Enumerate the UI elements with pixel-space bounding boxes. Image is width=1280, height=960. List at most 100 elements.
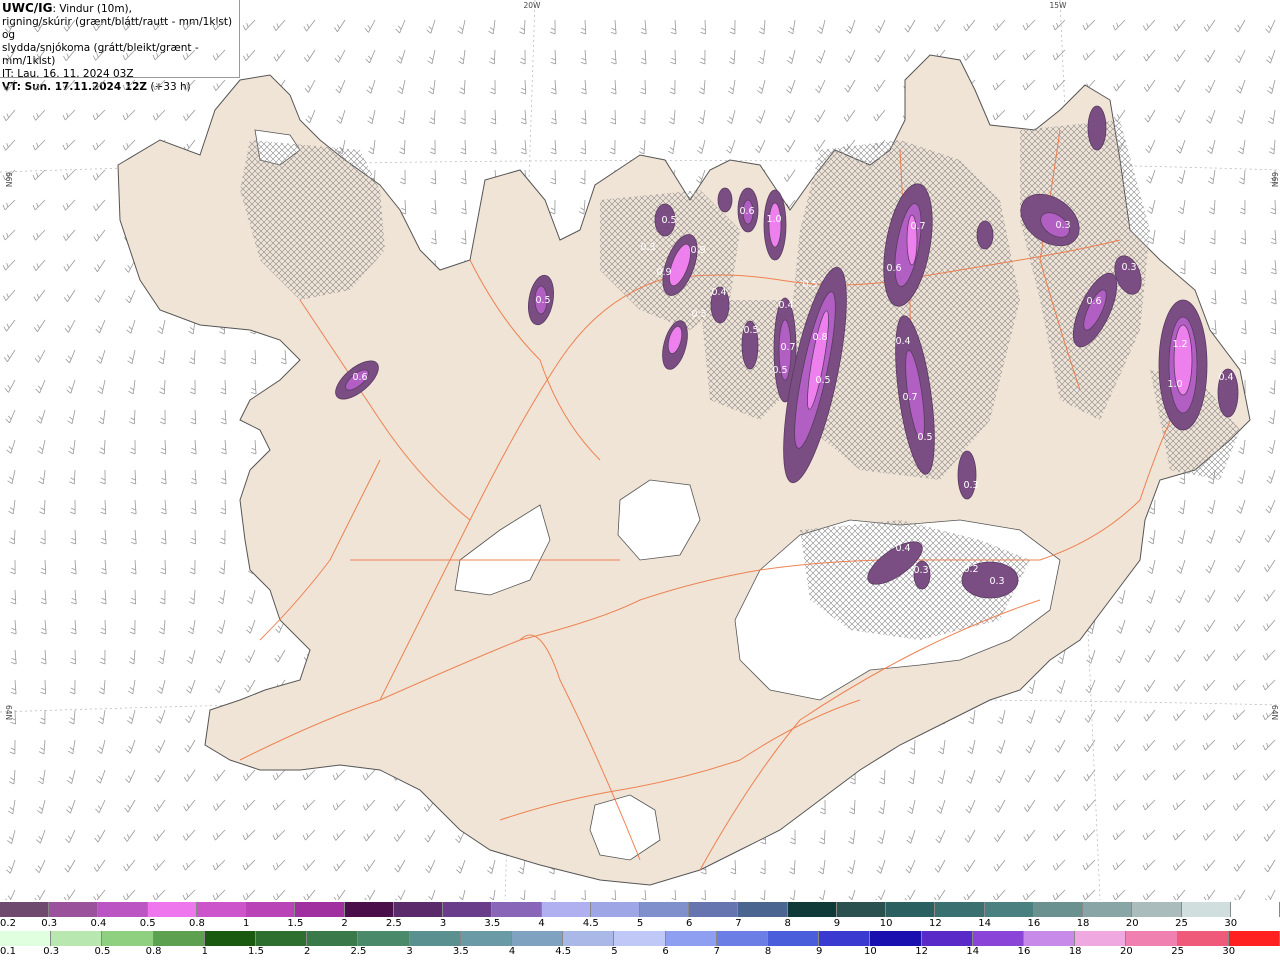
wind-barb	[1051, 856, 1066, 871]
scale-swatch	[147, 902, 197, 917]
wind-barb	[301, 826, 316, 841]
wind-barb	[1239, 229, 1246, 245]
wind-barb	[158, 379, 166, 395]
scale-swatch	[1132, 902, 1182, 917]
wind-barb	[1052, 766, 1066, 783]
wind-barb	[95, 348, 106, 364]
wind-barb	[549, 889, 556, 900]
wind-barb	[877, 798, 886, 815]
wind-barb	[423, 827, 436, 843]
wind-barb	[1053, 737, 1066, 753]
wind-barb	[1263, 887, 1276, 900]
wind-barb	[128, 649, 136, 665]
wind-barb	[69, 649, 76, 665]
wind-barb	[35, 408, 46, 424]
scale-label: 2	[304, 946, 311, 957]
wind-barb	[156, 318, 166, 335]
wind-barb	[846, 858, 856, 875]
wind-barb	[1263, 527, 1276, 543]
wind-barb	[1142, 676, 1156, 693]
wind-barb	[271, 886, 286, 900]
wind-barb	[1204, 557, 1216, 574]
wind-barb	[1236, 108, 1246, 125]
wind-barb	[935, 798, 946, 814]
precip-value-label: 0.5	[802, 279, 817, 290]
wind-barb	[1081, 796, 1096, 812]
wind-barb	[37, 468, 46, 485]
wind-barb	[427, 78, 436, 95]
wind-barb	[1112, 736, 1126, 752]
wind-barb	[1146, 558, 1156, 575]
wind-barb	[696, 138, 706, 154]
wind-barb	[1261, 646, 1276, 661]
wind-barb	[667, 138, 676, 155]
wind-barb	[1175, 558, 1186, 574]
wind-barb	[92, 226, 106, 242]
wind-barb	[991, 106, 1006, 121]
wind-barb	[34, 857, 46, 874]
wind-barb	[726, 108, 736, 124]
scale-swatch	[935, 902, 985, 917]
wind-barb	[1202, 616, 1216, 633]
wind-barb	[1203, 587, 1216, 603]
wind-barb	[1174, 107, 1186, 124]
wind-barb	[31, 106, 46, 121]
precip-value-label: 0.6	[352, 372, 367, 383]
scale-swatch	[921, 931, 973, 946]
wind-barb	[69, 679, 76, 695]
wind-barb	[362, 826, 376, 842]
wind-barb	[181, 46, 196, 61]
grid-label-64n-left: 64N	[4, 705, 13, 720]
wind-barb	[1201, 736, 1216, 751]
precip-value-label: 0.3	[640, 242, 655, 253]
wind-barb	[1051, 826, 1066, 842]
scale-label: 0.3	[43, 946, 60, 957]
wind-barb	[332, 856, 346, 872]
wind-barb	[121, 136, 136, 151]
wind-barb	[458, 79, 466, 95]
wind-barb	[668, 109, 676, 125]
wind-barb	[1021, 106, 1036, 121]
wind-barb	[159, 469, 167, 485]
wind-barb	[31, 166, 46, 181]
wind-barb	[99, 529, 107, 545]
wind-barb	[1051, 16, 1066, 31]
scale-swatch	[246, 902, 296, 917]
wind-barb	[1175, 137, 1186, 154]
scale-label: 7	[713, 946, 720, 957]
wind-barb	[121, 46, 136, 61]
wind-barb	[303, 77, 316, 93]
scale-swatch	[614, 931, 666, 946]
scale-label: 3.5	[484, 918, 501, 929]
wind-barb	[1269, 199, 1276, 215]
wind-barb	[395, 48, 406, 64]
scale-swatch	[984, 902, 1034, 917]
precip-value-label: 0.5	[535, 295, 550, 306]
scale-swatch	[590, 902, 640, 917]
wind-barb	[1052, 796, 1066, 812]
wind-barb	[31, 256, 46, 272]
grid-label-64n-right: 64N	[1270, 705, 1279, 720]
wind-barb	[219, 349, 226, 365]
wind-barb	[847, 828, 856, 845]
wind-barb	[9, 619, 17, 635]
scale-swatch	[295, 902, 345, 917]
wind-barb	[96, 378, 106, 395]
scale-label: 12	[915, 946, 928, 957]
wind-barb	[182, 766, 196, 782]
wind-barb	[1262, 826, 1276, 842]
wind-barb	[241, 766, 256, 781]
wind-barb	[1112, 76, 1126, 92]
wind-barb	[669, 49, 676, 65]
wind-barb	[1239, 259, 1247, 275]
precip-value-label: 1.2	[1172, 339, 1187, 350]
wind-barb	[1231, 766, 1246, 781]
wind-barb	[302, 16, 316, 32]
wind-barb	[489, 79, 496, 95]
wind-barb	[1146, 198, 1156, 215]
wind-barb	[1261, 766, 1276, 781]
scale-swatch	[1083, 902, 1133, 917]
wind-barb	[151, 16, 166, 31]
scale-label: 25	[1171, 946, 1184, 957]
wind-barb	[1024, 737, 1036, 754]
